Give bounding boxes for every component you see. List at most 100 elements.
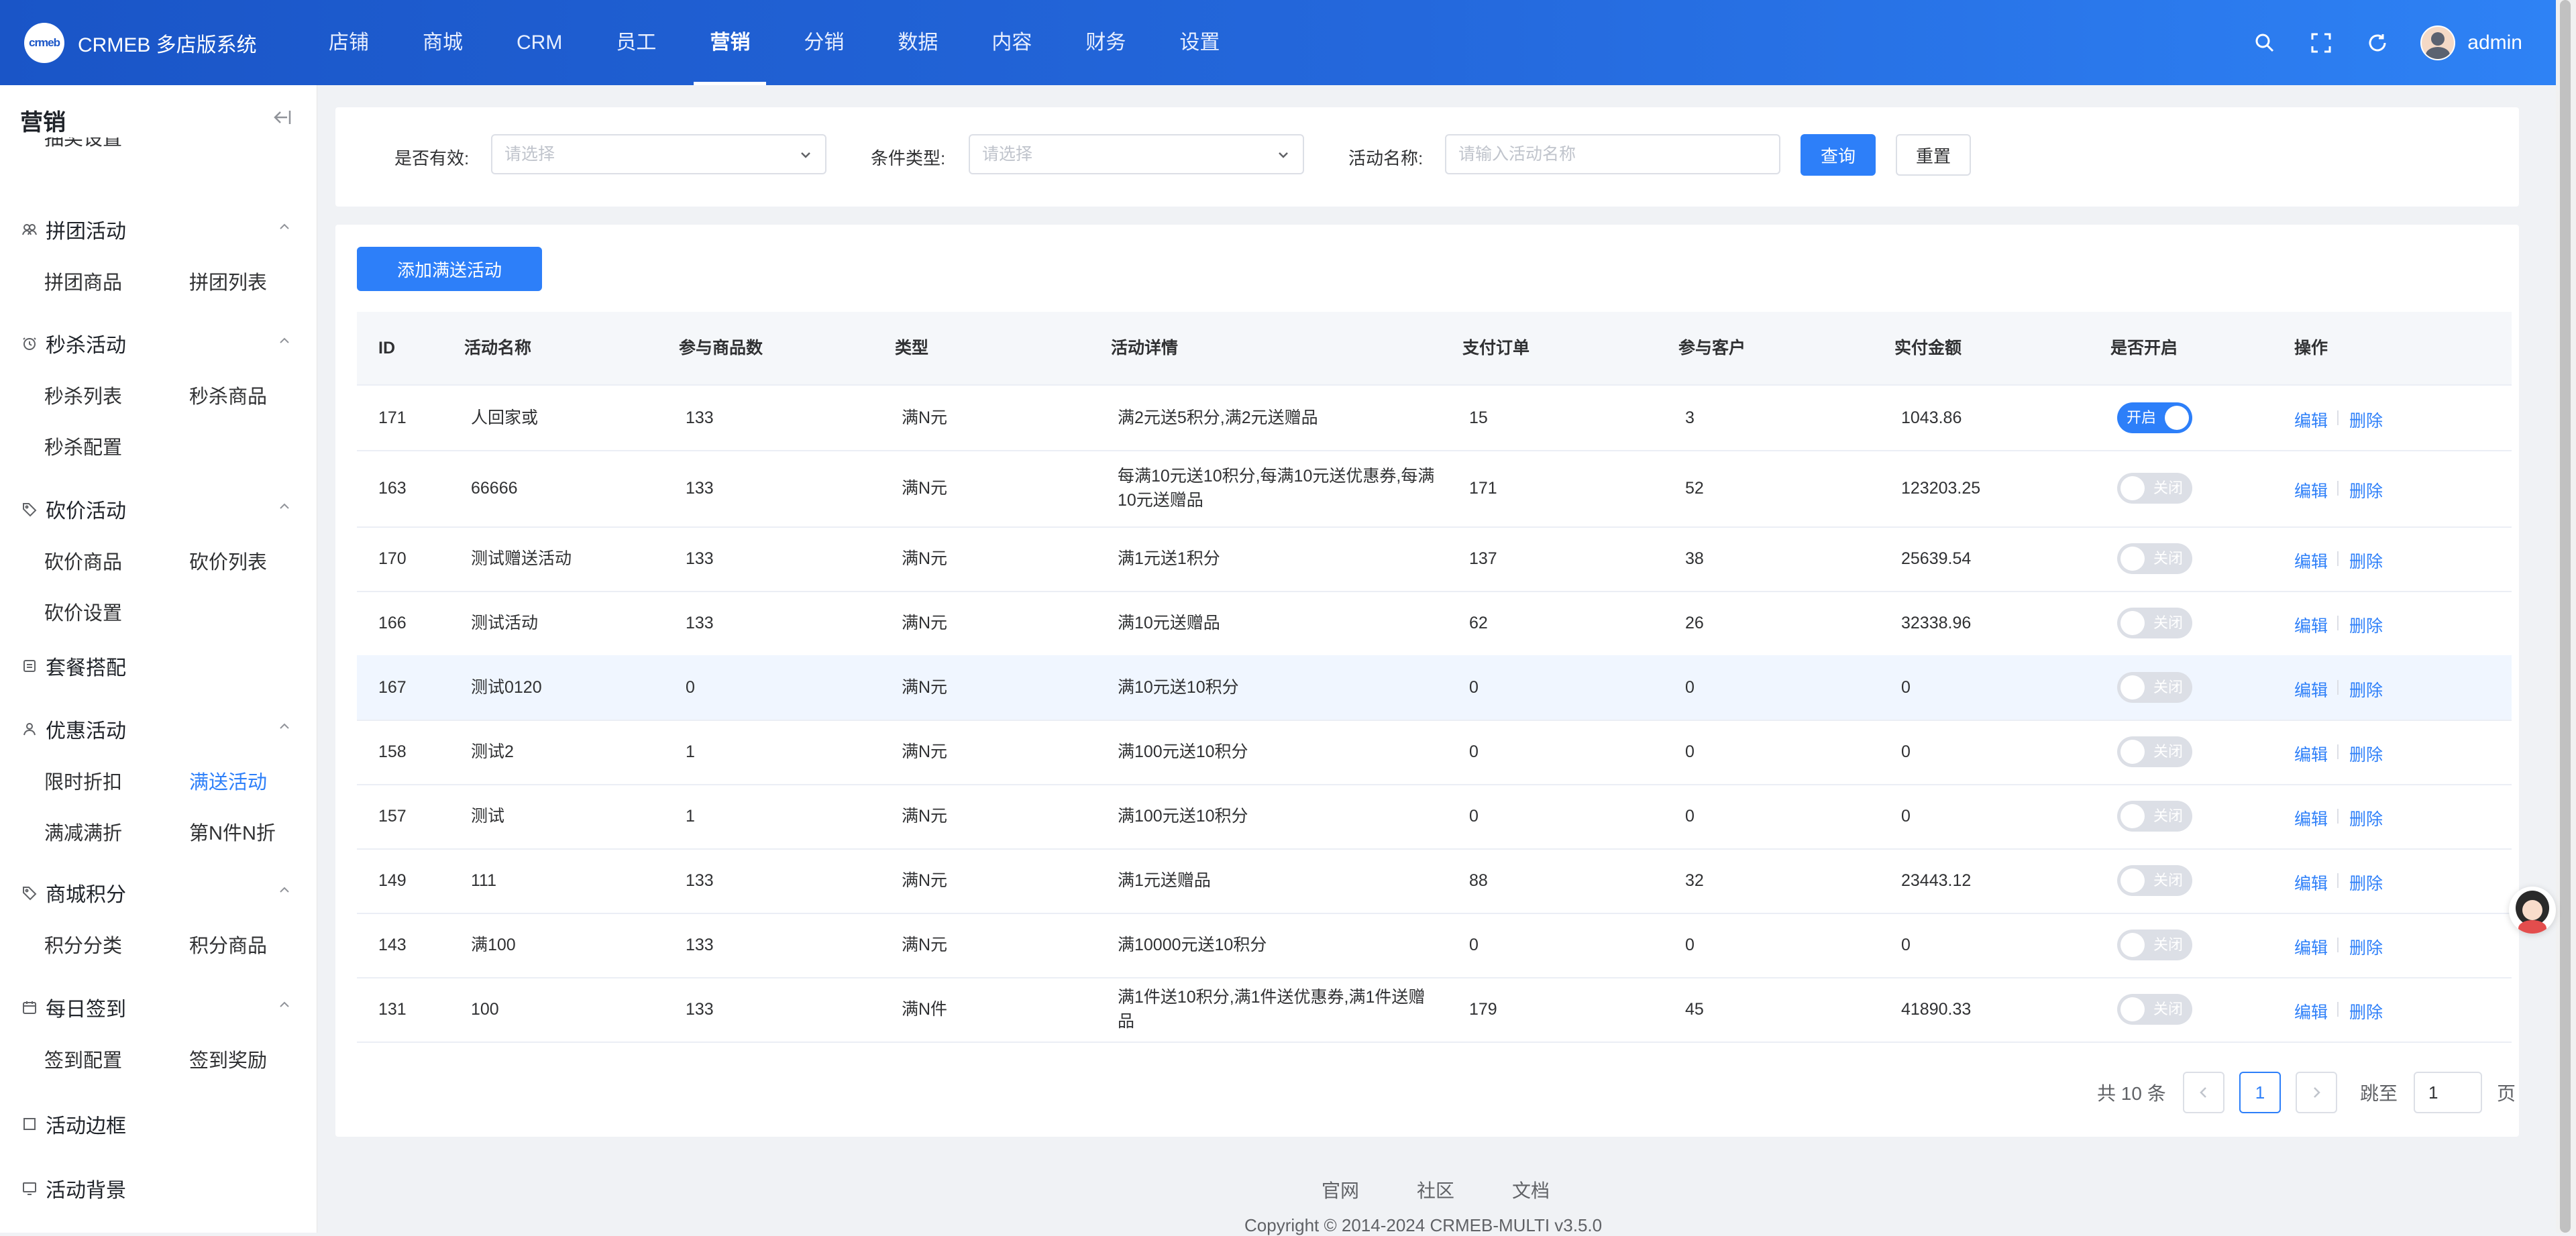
sidebar-item-2-0[interactable]: 砍价商品 xyxy=(44,547,122,575)
nav-item-8[interactable]: 财务 xyxy=(1069,0,1142,85)
scrollbar-thumb[interactable] xyxy=(2560,0,2571,1233)
avatar[interactable] xyxy=(2420,25,2456,60)
delete-link[interactable]: 删除 xyxy=(2349,806,2383,830)
sidebar-group-5[interactable]: 商城积分 xyxy=(21,878,126,907)
sidebar-item-2-2[interactable]: 砍价设置 xyxy=(44,598,122,626)
chevron-up-icon[interactable] xyxy=(276,219,292,235)
nav-item-6[interactable]: 数据 xyxy=(881,0,954,85)
nav-item-9[interactable]: 设置 xyxy=(1163,0,1236,85)
sidebar-group-0[interactable]: 拼团活动 xyxy=(21,215,126,244)
sidebar-item-0-0[interactable]: 拼团商品 xyxy=(44,267,122,295)
status-toggle[interactable]: 关闭 xyxy=(2117,736,2192,767)
sidebar-group-6[interactable]: 每日签到 xyxy=(21,993,126,1022)
footer-link-community[interactable]: 社区 xyxy=(1417,1176,1454,1203)
nav-item-2[interactable]: CRM xyxy=(500,0,578,85)
sidebar-group-3[interactable]: 套餐搭配 xyxy=(21,651,126,681)
refresh-icon[interactable] xyxy=(2364,30,2391,56)
reset-button[interactable]: 重置 xyxy=(1896,134,1971,176)
nav-item-1[interactable]: 商城 xyxy=(407,0,479,85)
delete-link[interactable]: 删除 xyxy=(2349,613,2383,637)
brand-logo[interactable]: crmeb CRMEB 多店版系统 xyxy=(24,23,257,63)
sidebar-group-2[interactable]: 砍价活动 xyxy=(21,494,126,524)
sidebar-group-4[interactable]: 优惠活动 xyxy=(21,714,126,744)
edit-link[interactable]: 编辑 xyxy=(2294,935,2328,959)
edit-link[interactable]: 编辑 xyxy=(2294,408,2328,432)
status-toggle[interactable]: 关闭 xyxy=(2117,672,2192,703)
sidebar-group-8[interactable]: 活动背景 xyxy=(21,1174,126,1203)
cell-goods: 133 xyxy=(686,871,714,890)
customer-service-avatar[interactable] xyxy=(2509,887,2556,934)
status-toggle[interactable]: 关闭 xyxy=(2117,994,2192,1025)
delete-link[interactable]: 删除 xyxy=(2349,935,2383,959)
is-valid-select[interactable]: 请选择 xyxy=(491,134,826,174)
chevron-up-icon[interactable] xyxy=(276,718,292,734)
edit-link[interactable]: 编辑 xyxy=(2294,806,2328,830)
sidebar-item-5-0[interactable]: 积分分类 xyxy=(44,930,122,958)
status-toggle[interactable]: 开启 xyxy=(2117,402,2192,433)
chevron-up-icon[interactable] xyxy=(276,498,292,514)
delete-link[interactable]: 删除 xyxy=(2349,478,2383,502)
status-toggle[interactable]: 关闭 xyxy=(2117,801,2192,832)
nav-item-5[interactable]: 分销 xyxy=(788,0,860,85)
add-activity-button[interactable]: 添加满送活动 xyxy=(357,247,542,291)
top-header: crmeb CRMEB 多店版系统 店铺 商城 CRM 员工 营销 分销 数据 内容 财务 设置 … xyxy=(0,0,2556,85)
footer-link-docs[interactable]: 文档 xyxy=(1512,1176,1550,1203)
edit-link[interactable]: 编辑 xyxy=(2294,742,2328,766)
delete-link[interactable]: 删除 xyxy=(2349,677,2383,701)
sidebar-item-4-2[interactable]: 满减满折 xyxy=(44,818,122,846)
nav-item-3[interactable]: 员工 xyxy=(600,0,672,85)
edit-link[interactable]: 编辑 xyxy=(2294,613,2328,637)
nav-item-0[interactable]: 店铺 xyxy=(313,0,385,85)
page-scrollbar[interactable] xyxy=(2556,0,2576,1233)
search-button[interactable]: 查询 xyxy=(1801,134,1876,176)
collapse-sidebar-icon[interactable] xyxy=(270,108,292,127)
page-1-button[interactable]: 1 xyxy=(2239,1072,2281,1113)
nav-item-4[interactable]: 营销 xyxy=(694,0,767,85)
chevron-up-icon[interactable] xyxy=(276,997,292,1013)
fullscreen-icon[interactable] xyxy=(2308,30,2334,56)
next-page-button[interactable] xyxy=(2296,1072,2337,1113)
search-icon[interactable] xyxy=(2251,30,2278,56)
status-toggle[interactable]: 关闭 xyxy=(2117,608,2192,638)
sidebar-item-4-3[interactable]: 第N件N折 xyxy=(189,818,276,846)
sidebar-item-4-1[interactable]: 满送活动 xyxy=(189,767,267,795)
sidebar-item-5-1[interactable]: 积分商品 xyxy=(189,930,267,958)
prev-page-button[interactable] xyxy=(2183,1072,2224,1113)
status-toggle[interactable]: 关闭 xyxy=(2117,473,2192,504)
sidebar-item-4-0[interactable]: 限时折扣 xyxy=(44,767,122,795)
sidebar-group-7[interactable]: 活动边框 xyxy=(21,1109,126,1139)
edit-link[interactable]: 编辑 xyxy=(2294,549,2328,573)
status-toggle[interactable]: 关闭 xyxy=(2117,865,2192,896)
edit-link[interactable]: 编辑 xyxy=(2294,677,2328,701)
status-toggle[interactable]: 关闭 xyxy=(2117,543,2192,574)
delete-link[interactable]: 删除 xyxy=(2349,870,2383,895)
footer-link-official[interactable]: 官网 xyxy=(1322,1176,1359,1203)
sidebar-item-1-0[interactable]: 秒杀列表 xyxy=(44,381,122,409)
sidebar-item-1-1[interactable]: 秒杀商品 xyxy=(189,381,267,409)
admin-name[interactable]: admin xyxy=(2467,32,2522,54)
condition-type-select[interactable]: 请选择 xyxy=(969,134,1304,174)
cell-name: 111 xyxy=(471,871,497,890)
delete-link[interactable]: 删除 xyxy=(2349,742,2383,766)
sidebar-item-1-2[interactable]: 秒杀配置 xyxy=(44,432,122,460)
sidebar-item-6-1[interactable]: 签到奖励 xyxy=(189,1045,267,1073)
jump-page-input[interactable]: 1 xyxy=(2414,1072,2482,1113)
chevron-up-icon[interactable] xyxy=(276,882,292,898)
delete-link[interactable]: 删除 xyxy=(2349,408,2383,432)
edit-link[interactable]: 编辑 xyxy=(2294,999,2328,1023)
delete-link[interactable]: 删除 xyxy=(2349,549,2383,573)
chevron-up-icon[interactable] xyxy=(276,333,292,349)
edit-link[interactable]: 编辑 xyxy=(2294,870,2328,895)
edit-link[interactable]: 编辑 xyxy=(2294,478,2328,502)
activity-name-input[interactable]: 请输入活动名称 xyxy=(1445,134,1780,174)
filter-card: 是否有效: 请选择 条件类型: 请选择 活动名称: 请输入活动名称 查询 重置 xyxy=(335,107,2519,207)
delete-link[interactable]: 删除 xyxy=(2349,999,2383,1023)
status-toggle[interactable]: 关闭 xyxy=(2117,930,2192,960)
sidebar-item-lottery-settings[interactable]: 抽奖设置 xyxy=(44,137,122,151)
sidebar-item-2-1[interactable]: 砍价列表 xyxy=(189,547,267,575)
sidebar-item-6-0[interactable]: 签到配置 xyxy=(44,1045,122,1073)
nav-item-7[interactable]: 内容 xyxy=(975,0,1048,85)
sidebar-item-0-1[interactable]: 拼团列表 xyxy=(189,267,267,295)
sidebar-group-1[interactable]: 秒杀活动 xyxy=(21,329,126,358)
cell-name: 测试 xyxy=(471,807,505,826)
